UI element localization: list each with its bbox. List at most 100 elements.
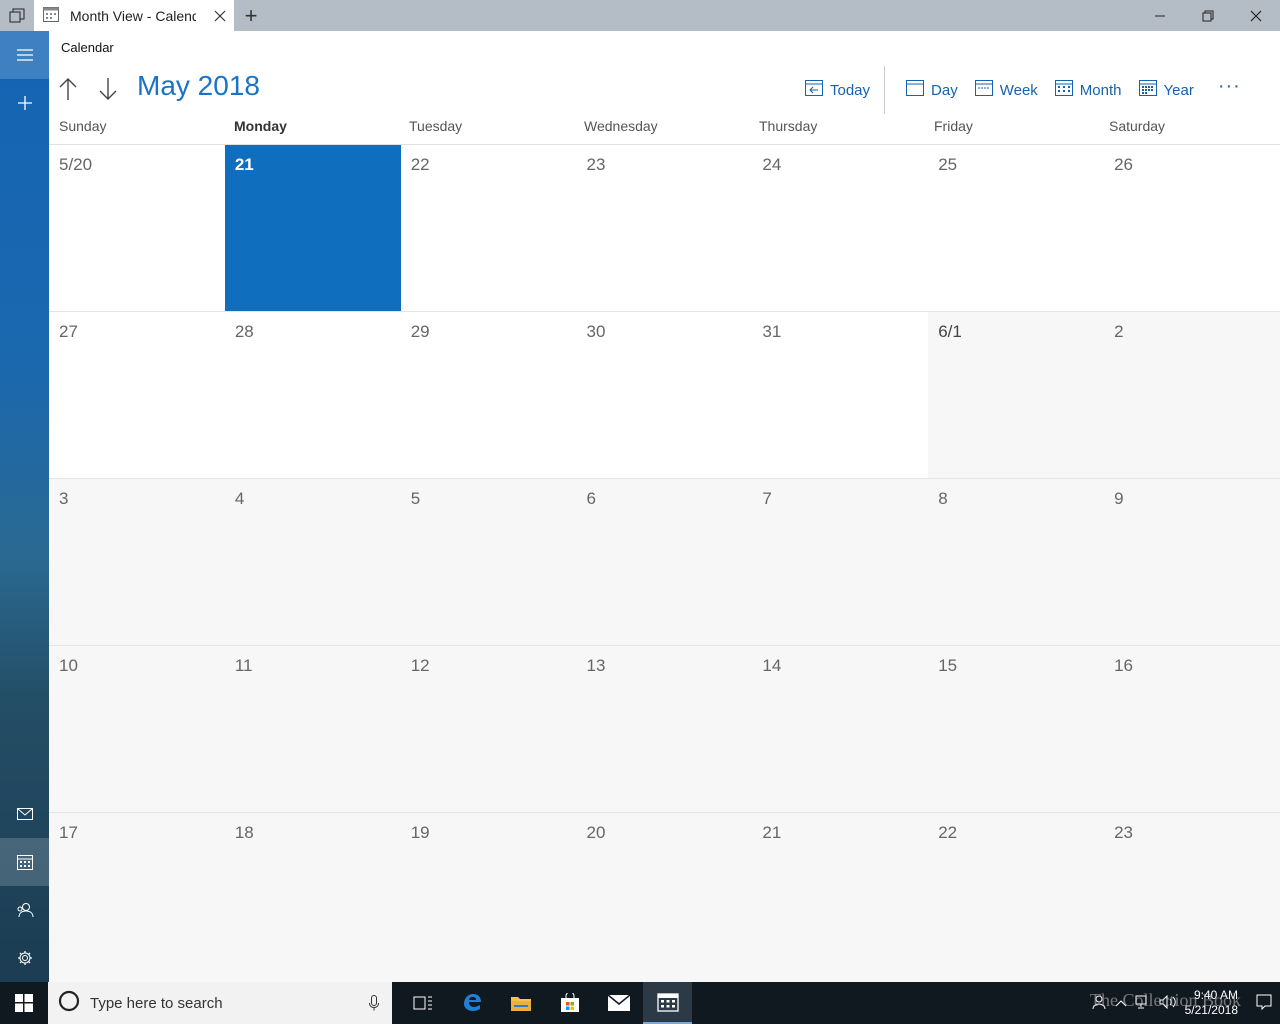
microphone-icon[interactable]: [356, 995, 392, 1011]
weekday-label: Thursday: [759, 118, 818, 134]
day-cell[interactable]: 5/20: [49, 145, 225, 311]
day-cell[interactable]: 6/1: [928, 312, 1105, 478]
today-button[interactable]: Today: [796, 74, 878, 106]
weekday-label: Sunday: [59, 118, 107, 134]
day-cell[interactable]: 23: [576, 145, 753, 311]
day-cell[interactable]: 26: [1104, 145, 1280, 311]
people-icon[interactable]: [0, 886, 49, 934]
week-view-label: Week: [999, 81, 1038, 99]
day-cell[interactable]: 9: [1104, 479, 1280, 645]
new-tab-button[interactable]: +: [234, 0, 268, 31]
today-label: Today: [830, 81, 871, 99]
day-view-button[interactable]: Day: [897, 74, 966, 106]
day-cell[interactable]: 11: [224, 646, 401, 812]
calendar-app-taskbar-icon[interactable]: [643, 982, 692, 1024]
task-view-icon[interactable]: [398, 982, 447, 1024]
mail-icon[interactable]: [0, 790, 49, 838]
close-window-icon[interactable]: [1232, 0, 1280, 31]
day-cell[interactable]: 4: [224, 479, 401, 645]
day-cell[interactable]: 21: [752, 813, 929, 982]
day-cell[interactable]: 5: [400, 479, 577, 645]
month-grid: 5/20 21 22 23 24 25 26 27 28 29 30 31 6/…: [49, 145, 1280, 982]
settings-gear-icon[interactable]: [0, 934, 49, 982]
navigation-rail: [0, 31, 49, 982]
taskbar-search-box[interactable]: Type here to search: [48, 982, 392, 1024]
week-view-icon: [974, 79, 994, 101]
month-view-button[interactable]: Month: [1046, 74, 1130, 106]
day-cell[interactable]: 19: [400, 813, 577, 982]
day-cell[interactable]: 27: [49, 312, 225, 478]
week-row: 5/20 21 22 23 24 25 26: [49, 145, 1280, 312]
taskbar: Type here to search 9:40 AM 5/21/2018: [0, 982, 1280, 1024]
day-cell[interactable]: 31: [752, 312, 929, 478]
day-cell[interactable]: 25: [928, 145, 1105, 311]
day-cell[interactable]: 13: [576, 646, 753, 812]
day-view-icon: [905, 79, 925, 101]
previous-month-arrow-icon[interactable]: [55, 74, 81, 104]
title-bar: Month View - Calendar +: [0, 0, 1280, 31]
new-event-icon[interactable]: [0, 79, 49, 127]
weekday-label: Wednesday: [584, 118, 658, 134]
day-cell[interactable]: 28: [224, 312, 401, 478]
day-cell[interactable]: 8: [928, 479, 1105, 645]
calendar-icon[interactable]: [0, 838, 49, 886]
cortana-circle-icon: [58, 990, 80, 1016]
weekday-label: Friday: [934, 118, 973, 134]
edge-browser-icon[interactable]: [447, 982, 496, 1024]
day-cell[interactable]: 7: [752, 479, 929, 645]
search-placeholder: Type here to search: [90, 994, 223, 1012]
weekday-label: Monday: [234, 118, 287, 134]
day-cell[interactable]: 17: [49, 813, 225, 982]
year-view-label: Year: [1163, 81, 1194, 99]
day-view-label: Day: [931, 81, 958, 99]
day-cell[interactable]: 6: [576, 479, 753, 645]
day-cell[interactable]: 24: [752, 145, 929, 311]
day-cell[interactable]: 22: [928, 813, 1105, 982]
day-cell[interactable]: 15: [928, 646, 1105, 812]
day-cell[interactable]: 2: [1104, 312, 1280, 478]
month-title[interactable]: May 2018: [137, 70, 260, 102]
day-cell[interactable]: 18: [224, 813, 401, 982]
day-cell[interactable]: 10: [49, 646, 225, 812]
weekday-header: Sunday Monday Tuesday Wednesday Thursday…: [49, 118, 1280, 145]
day-cell[interactable]: 3: [49, 479, 225, 645]
day-cell-today[interactable]: 21: [224, 145, 401, 311]
minimize-icon[interactable]: [1136, 0, 1184, 31]
next-month-arrow-icon[interactable]: [95, 74, 121, 104]
more-options-button[interactable]: ···: [1202, 75, 1251, 106]
day-cell[interactable]: 16: [1104, 646, 1280, 812]
restore-icon[interactable]: [1184, 0, 1232, 31]
week-row: 10 11 12 13 14 15 16: [49, 646, 1280, 813]
week-row: 27 28 29 30 31 6/1 2: [49, 312, 1280, 479]
weekday-label: Tuesday: [409, 118, 463, 134]
day-cell[interactable]: 23: [1104, 813, 1280, 982]
window-tab[interactable]: Month View - Calendar: [34, 0, 234, 31]
toolbar-divider: [884, 66, 886, 114]
month-view-label: Month: [1079, 81, 1122, 99]
week-row: 17 18 19 20 21 22 23: [49, 813, 1280, 982]
day-cell[interactable]: 20: [576, 813, 753, 982]
week-row: 3 4 5 6 7 8 9: [49, 479, 1280, 646]
week-view-button[interactable]: Week: [966, 74, 1046, 106]
calendar-app-icon: [42, 5, 60, 26]
tab-title: Month View - Calendar: [70, 7, 196, 24]
today-icon: [804, 79, 824, 101]
view-toolbar: Today Day Week Month Year ···: [796, 66, 1251, 114]
day-cell[interactable]: 14: [752, 646, 929, 812]
day-cell[interactable]: 29: [400, 312, 577, 478]
day-cell[interactable]: 30: [576, 312, 753, 478]
file-explorer-icon[interactable]: [496, 982, 545, 1024]
windows-start-icon[interactable]: [0, 982, 48, 1024]
year-view-icon: [1138, 79, 1158, 101]
month-view-icon: [1054, 79, 1074, 101]
store-icon[interactable]: [545, 982, 594, 1024]
close-tab-icon[interactable]: [206, 10, 234, 22]
mail-app-icon[interactable]: [594, 982, 643, 1024]
task-view-tabs-icon[interactable]: [0, 0, 34, 31]
day-cell[interactable]: 12: [400, 646, 577, 812]
action-center-icon[interactable]: [1256, 994, 1272, 1013]
year-view-button[interactable]: Year: [1130, 74, 1202, 106]
hamburger-menu-icon[interactable]: [0, 31, 49, 79]
weekday-label: Saturday: [1109, 118, 1166, 134]
day-cell[interactable]: 22: [400, 145, 577, 311]
